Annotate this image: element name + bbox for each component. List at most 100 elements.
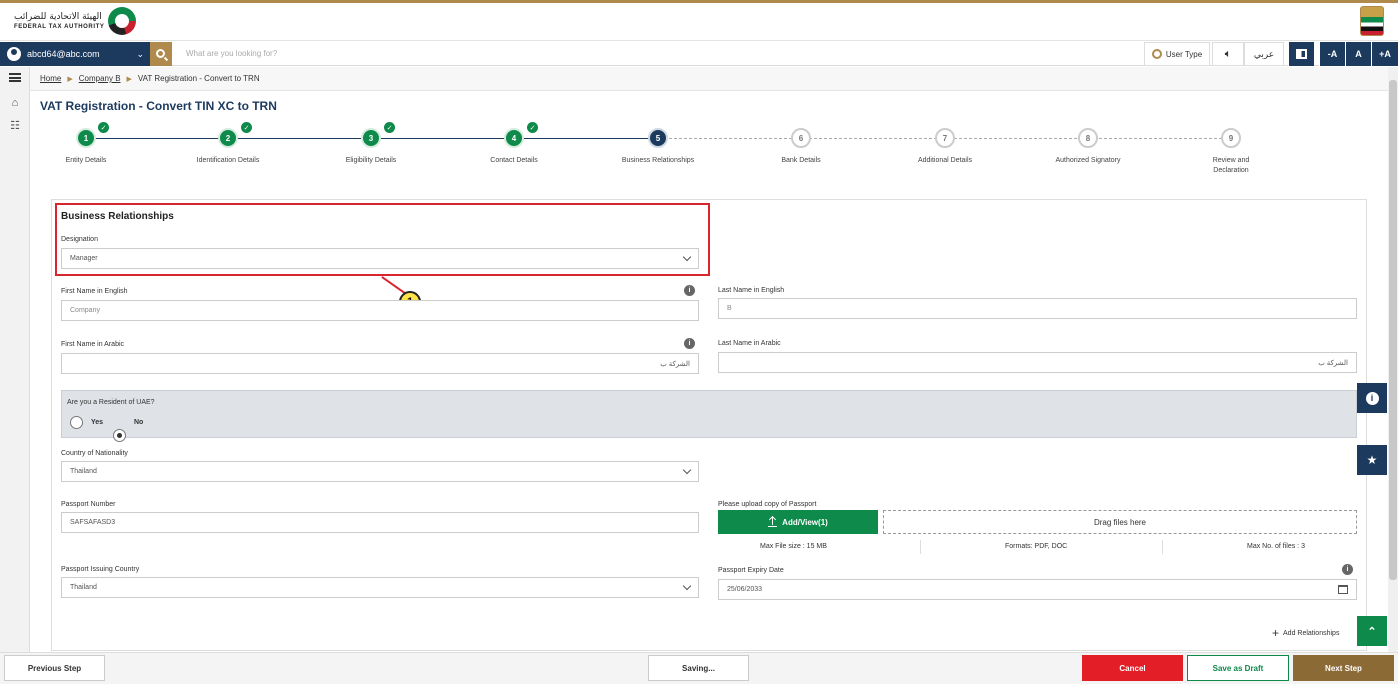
last-name-ar-input[interactable]: الشركة ب <box>718 352 1357 373</box>
add-view-upload-button[interactable]: Add/View(1) <box>718 510 878 534</box>
step-1-label: Entity Details <box>65 157 107 164</box>
step-5-label: Business Relationships <box>621 157 695 164</box>
step-2-circle[interactable]: 2 <box>218 128 238 148</box>
chevron-down-icon <box>682 252 692 262</box>
search-button[interactable] <box>150 42 172 66</box>
max-files: Max No. of files : 3 <box>1247 543 1305 550</box>
breadcrumb-home[interactable]: Home <box>40 74 61 83</box>
next-step-button[interactable]: Next Step <box>1293 655 1394 681</box>
user-email: abcd64@abc.com <box>27 49 100 59</box>
last-name-en-input[interactable]: B <box>718 298 1357 319</box>
add-relationships-label: Add Relationships <box>1283 629 1340 637</box>
upload-icon <box>768 517 778 527</box>
step-5-circle[interactable]: 5 <box>648 128 668 148</box>
expiry-date-input[interactable]: 25/06/2033 <box>718 579 1357 600</box>
font-normal-button[interactable]: A <box>1345 42 1371 66</box>
step-8-label: Authorized Signatory <box>1055 157 1121 164</box>
step-6-circle[interactable]: 6 <box>791 128 811 148</box>
chevron-down-icon: ⌄ <box>136 48 144 59</box>
resident-yes-label: Yes <box>91 419 104 426</box>
saving-button[interactable]: Saving... <box>648 655 749 681</box>
chevron-down-icon <box>682 465 692 475</box>
contrast-toggle[interactable] <box>1288 42 1314 66</box>
step-7-label: Additional Details <box>917 157 973 164</box>
upload-button-label: Add/View(1) <box>782 517 828 527</box>
issuing-country-select[interactable]: Thailand <box>61 577 699 598</box>
scroll-to-top-button[interactable]: ⌃ <box>1357 616 1387 646</box>
info-icon[interactable]: i <box>1342 564 1353 575</box>
step-3-circle[interactable]: 3 <box>361 128 381 148</box>
font-increase-button[interactable]: +A <box>1371 42 1398 66</box>
home-icon[interactable]: ⌂ <box>8 96 22 110</box>
step-9-label: Review and Declaration <box>1212 157 1250 174</box>
resident-question: Are you a Resident of UAE? <box>67 399 155 406</box>
menu-icon[interactable] <box>9 73 21 82</box>
divider <box>920 540 921 554</box>
font-decrease-button[interactable]: -A <box>1319 42 1345 66</box>
first-name-en-input[interactable]: Company <box>61 300 699 321</box>
search-input[interactable]: What are you looking for? <box>186 49 277 58</box>
previous-step-button[interactable]: Previous Step <box>4 655 105 681</box>
uae-emblem-icon <box>1360 6 1384 36</box>
last-name-ar-label: Last Name in Arabic <box>718 340 781 347</box>
passport-upload-label: Please upload copy of Passport <box>718 501 817 508</box>
save-as-draft-button[interactable]: Save as Draft <box>1187 655 1289 681</box>
info-icon: i <box>1365 391 1379 405</box>
scrollbar-thumb[interactable] <box>1389 80 1397 580</box>
first-name-ar-label: First Name in Arabic <box>61 341 125 348</box>
check-icon: ✓ <box>241 122 252 133</box>
nationality-select[interactable]: Thailand <box>61 461 699 482</box>
cancel-button[interactable]: Cancel <box>1082 655 1183 681</box>
file-drop-zone[interactable]: Drag files here <box>883 510 1357 534</box>
breadcrumb-company[interactable]: Company B <box>79 74 121 83</box>
header-bar <box>0 3 1398 41</box>
info-icon[interactable]: i <box>684 338 695 349</box>
check-icon: ✓ <box>527 122 538 133</box>
user-type-button[interactable]: User Type <box>1144 42 1210 66</box>
grid-icon[interactable]: ☷ <box>8 119 22 133</box>
first-name-ar-input[interactable]: الشركة ب <box>61 353 699 374</box>
step-4-label: Contact Details <box>490 157 538 164</box>
max-file-size: Max File size : 15 MB <box>760 543 827 550</box>
info-icon[interactable]: i <box>684 285 695 296</box>
user-menu[interactable]: abcd64@abc.com ⌄ <box>0 42 150 66</box>
breadcrumb: Home ▶ Company B ▶ VAT Registration - Co… <box>30 67 1398 91</box>
fta-logo-icon[interactable] <box>108 7 136 35</box>
add-relationships-button[interactable]: + Add Relationships <box>1272 626 1339 640</box>
designation-select[interactable]: Manager <box>61 248 699 269</box>
step-6-label: Bank Details <box>781 157 821 164</box>
check-icon: ✓ <box>384 122 395 133</box>
step-9-circle[interactable]: 9 <box>1221 128 1241 148</box>
file-formats: Formats: PDF, DOC <box>1005 543 1068 550</box>
expiry-label: Passport Expiry Date <box>718 567 784 574</box>
issuing-country-value: Thailand <box>70 584 97 591</box>
calendar-icon[interactable] <box>1338 585 1348 594</box>
passport-number-input[interactable]: SAFSAFASD3 <box>61 512 699 533</box>
logo-english-text: FEDERAL TAX AUTHORITY <box>14 24 105 30</box>
star-icon: ★ <box>1366 453 1378 467</box>
nationality-label: Country of Nationality <box>61 450 128 457</box>
step-7-circle[interactable]: 7 <box>935 128 955 148</box>
left-sidebar <box>0 67 30 652</box>
step-4-circle[interactable]: 4 <box>504 128 524 148</box>
passport-number-label: Passport Number <box>61 501 116 508</box>
language-toggle[interactable]: عربي <box>1244 42 1284 66</box>
info-float-button[interactable]: i <box>1357 383 1387 413</box>
text-to-speech-button[interactable]: 🔈︎ <box>1212 42 1244 66</box>
resident-no-radio[interactable] <box>113 429 126 442</box>
speaker-icon: 🔈︎ <box>1224 47 1232 60</box>
search-icon <box>155 48 165 58</box>
step-8-circle[interactable]: 8 <box>1078 128 1098 148</box>
breadcrumb-arrow-icon: ▶ <box>67 75 73 83</box>
resident-section <box>61 390 1357 438</box>
step-3-label: Eligibility Details <box>345 157 397 164</box>
section-title: Business Relationships <box>61 211 174 222</box>
resident-yes-radio[interactable] <box>70 416 83 429</box>
favorite-float-button[interactable]: ★ <box>1357 445 1387 475</box>
user-type-label: User Type <box>1165 49 1203 59</box>
expiry-value: 25/06/2033 <box>727 586 763 593</box>
step-1-circle[interactable]: 1 <box>76 128 96 148</box>
plus-icon: + <box>1272 626 1280 640</box>
check-icon: ✓ <box>98 122 109 133</box>
designation-label: Designation <box>61 236 98 243</box>
